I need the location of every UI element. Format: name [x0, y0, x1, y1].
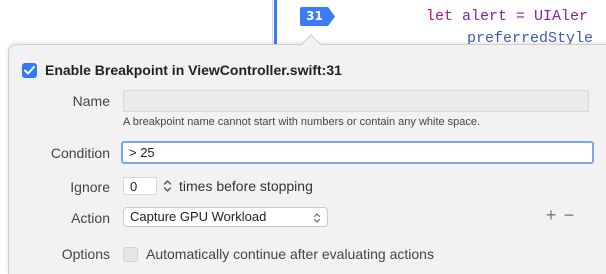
line-number: 31: [306, 9, 323, 23]
auto-continue-checkbox[interactable]: [123, 246, 138, 262]
condition-label: Condition: [50, 145, 110, 161]
ignore-stepper[interactable]: [161, 177, 173, 195]
name-label: Name: [72, 93, 110, 109]
checkmark-icon: [24, 65, 35, 74]
code-keyword: let: [426, 8, 454, 25]
code-line: let alert = UIAler: [426, 8, 588, 25]
enable-breakpoint-label: Enable Breakpoint in ViewController.swif…: [45, 62, 342, 78]
condition-field[interactable]: > 25: [121, 141, 594, 164]
ignore-count-field[interactable]: 0: [123, 177, 157, 195]
popover-arrow: [300, 34, 322, 46]
ignore-label: Ignore: [70, 179, 110, 195]
options-label: Options: [61, 246, 110, 262]
ignore-row: 0 times before stopping: [123, 176, 313, 196]
action-selected-value: Capture GPU Workload: [130, 209, 267, 224]
add-action-button[interactable]: +: [543, 205, 559, 226]
code-text: alert = UIAler: [453, 8, 589, 25]
stepper-chevrons-icon: [163, 180, 171, 192]
auto-continue-row[interactable]: Automatically continue after evaluating …: [123, 245, 434, 263]
breakpoint-name-field[interactable]: [123, 90, 589, 112]
remove-action-button[interactable]: −: [561, 205, 577, 226]
ignore-suffix-text: times before stopping: [179, 178, 313, 194]
name-hint-text: A breakpoint name cannot start with numb…: [123, 116, 481, 128]
breakpoint-marker[interactable]: 31: [300, 7, 336, 26]
select-chevrons-icon: [313, 211, 321, 229]
enable-breakpoint-checkbox[interactable]: [22, 62, 37, 78]
enable-breakpoint-row[interactable]: Enable Breakpoint in ViewController.swif…: [22, 61, 342, 79]
action-label: Action: [71, 210, 110, 226]
action-select[interactable]: Capture GPU Workload: [123, 207, 328, 227]
auto-continue-label: Automatically continue after evaluating …: [146, 246, 434, 262]
